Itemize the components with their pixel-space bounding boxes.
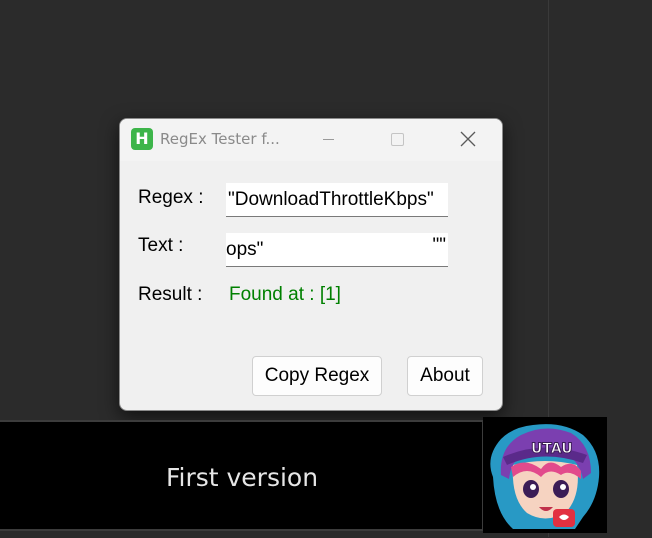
app-icon: H xyxy=(131,128,153,150)
minimize-icon xyxy=(322,138,334,140)
window-title: RegEx Tester f... xyxy=(160,130,280,148)
close-icon xyxy=(460,131,476,147)
regex-input[interactable]: "DownloadThrottleKbps" xyxy=(226,183,448,217)
text-label: Text : xyxy=(138,235,184,256)
minimize-button[interactable] xyxy=(305,119,351,159)
banner-text: First version xyxy=(165,463,319,492)
text-input-value-end: "" xyxy=(432,235,447,256)
copy-regex-button[interactable]: Copy Regex xyxy=(252,356,382,396)
close-button[interactable] xyxy=(445,119,491,159)
regex-tester-window: H RegEx Tester f... Regex : "DownloadThr… xyxy=(119,118,503,411)
maximize-button[interactable] xyxy=(374,119,420,159)
mascot-logo-text: UTAU xyxy=(531,441,573,457)
title-bar[interactable]: H RegEx Tester f... xyxy=(120,119,502,161)
notification-banner: First version xyxy=(0,420,484,531)
text-input-value: ops" xyxy=(226,239,264,260)
result-value: Found at : [1] xyxy=(229,284,341,305)
regex-input-value: "DownloadThrottleKbps" xyxy=(228,189,434,210)
utau-mascot-icon: UTAU xyxy=(483,417,607,533)
regex-label: Regex : xyxy=(138,187,204,208)
result-label: Result : xyxy=(138,284,203,305)
about-button[interactable]: About xyxy=(407,356,483,396)
maximize-icon xyxy=(390,132,404,146)
text-input[interactable]: ops" "" xyxy=(226,233,448,267)
